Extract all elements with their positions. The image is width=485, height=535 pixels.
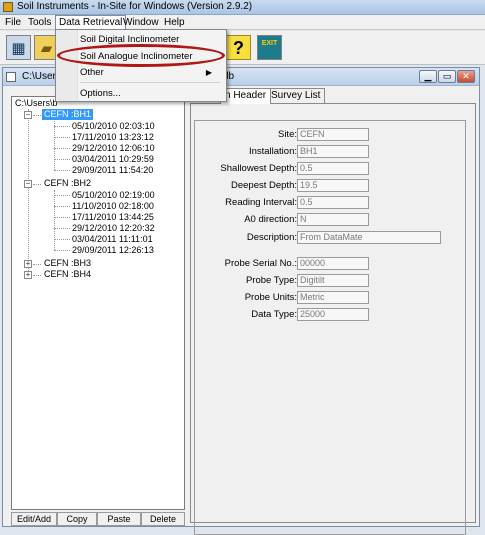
menu-soil-digital-inclinometer[interactable]: Soil Digital Inclinometer	[80, 33, 179, 46]
copy-button[interactable]: Copy	[57, 512, 97, 526]
tree-root[interactable]: C:\Users\b	[15, 98, 58, 109]
app-titlebar: Soil Instruments - In-Site for Windows (…	[0, 0, 485, 15]
expand-icon[interactable]: +	[24, 271, 32, 279]
survey-date[interactable]: 29/12/2010 12:20:32	[72, 223, 155, 234]
installation-field[interactable]: BH1	[297, 145, 369, 158]
collapse-icon[interactable]: −	[24, 180, 32, 188]
menu-gutter	[56, 30, 78, 101]
survey-date[interactable]: 29/09/2011 12:26:13	[72, 245, 154, 256]
survey-date[interactable]: 03/04/2011 10:29:59	[72, 154, 154, 165]
menu-file[interactable]: File	[2, 16, 24, 29]
installation-tree[interactable]: C:\Users\b − CEFN :BH1 05/10/2010 02:03:…	[11, 96, 185, 510]
probe-serial-field[interactable]: 00000	[297, 257, 369, 270]
deepest-depth-label: Deepest Depth:	[230, 180, 297, 191]
probe-type-label: Probe Type:	[245, 275, 297, 286]
description-label: Description:	[246, 232, 297, 243]
survey-date[interactable]: 05/10/2010 02:03:10	[72, 121, 155, 132]
probe-type-field[interactable]: Digitilt	[297, 274, 369, 287]
exit-icon[interactable]: EXIT	[257, 35, 282, 60]
help-icon[interactable]: ?	[226, 35, 251, 60]
close-icon[interactable]: ✕	[457, 70, 475, 83]
reading-interval-field[interactable]: 0.5	[297, 196, 369, 209]
reading-interval-label: Reading Interval:	[225, 197, 297, 208]
tree-node-bh2[interactable]: CEFN :BH2	[44, 178, 91, 189]
header-tabs: n Header Survey List Site: CEFN Installa…	[190, 88, 476, 535]
tree-node-bh3[interactable]: CEFN :BH3	[44, 258, 91, 269]
deepest-depth-field[interactable]: 19.5	[297, 179, 369, 192]
menu-data-retrieval[interactable]: Data Retrieval	[55, 15, 127, 30]
probe-serial-label: Probe Serial No.:	[224, 258, 297, 269]
window-title: Soil Instruments - In-Site for Windows (…	[17, 1, 253, 12]
data-retrieval-menu: Soil Digital Inclinometer Soil Analogue …	[55, 29, 227, 102]
data-type-label: Data Type:	[251, 309, 297, 320]
survey-date[interactable]: 11/10/2010 02:18:00	[72, 201, 154, 212]
menubar: File Tools Data Retrieval Window Help	[0, 15, 485, 30]
header-tab-page: Site: CEFN Installation: BH1 Shallowest …	[190, 103, 476, 535]
expand-icon[interactable]: +	[24, 260, 32, 268]
document-icon	[6, 72, 16, 82]
a0-direction-field[interactable]: N	[297, 213, 369, 226]
survey-date[interactable]: 05/10/2010 02:19:00	[72, 190, 155, 201]
tree-node-bh1[interactable]: CEFN :BH1	[42, 109, 94, 120]
survey-date[interactable]: 03/04/2011 11:11:01	[72, 234, 153, 245]
menu-other-label: Other	[80, 67, 104, 78]
site-field[interactable]: CEFN	[297, 128, 369, 141]
a0-direction-label: A0 direction:	[244, 214, 297, 225]
menu-tools[interactable]: Tools	[25, 16, 54, 29]
exit-label: EXIT	[261, 40, 278, 47]
survey-date[interactable]: 29/12/2010 12:06:10	[72, 143, 155, 154]
delete-button[interactable]: Delete	[141, 512, 185, 526]
survey-date[interactable]: 17/11/2010 13:44:25	[72, 212, 154, 223]
shallowest-depth-field[interactable]: 0.5	[297, 162, 369, 175]
survey-date[interactable]: 29/09/2011 11:54:20	[72, 165, 153, 176]
restore-icon[interactable]: ▭	[438, 70, 456, 83]
description-field[interactable]: From DataMate	[297, 231, 441, 244]
header-form-panel: Site: CEFN Installation: BH1 Shallowest …	[194, 120, 466, 535]
submenu-arrow-icon: ▶	[205, 68, 212, 77]
survey-date[interactable]: 17/11/2010 13:23:12	[72, 132, 154, 143]
calculator-icon[interactable]: ▦	[6, 35, 31, 60]
menu-soil-analogue-inclinometer[interactable]: Soil Analogue Inclinometer	[80, 50, 193, 63]
menu-window[interactable]: Window	[120, 16, 162, 29]
menu-other[interactable]: Other ▶	[80, 66, 220, 79]
shallowest-depth-label: Shallowest Depth:	[220, 163, 297, 174]
edit-add-button[interactable]: Edit/Add	[11, 512, 57, 526]
tree-button-bar: Edit/Add Copy Paste Delete	[11, 512, 185, 526]
tab-header[interactable]: n Header	[220, 88, 272, 104]
collapse-icon[interactable]: −	[24, 111, 32, 119]
app-icon	[3, 2, 13, 12]
data-type-field[interactable]: 25000	[297, 308, 369, 321]
probe-units-field[interactable]: Metric	[297, 291, 369, 304]
installation-label: Installation:	[248, 146, 297, 157]
tab-survey-list[interactable]: Survey List	[266, 88, 326, 103]
menu-help[interactable]: Help	[161, 16, 188, 29]
minimize-icon[interactable]: ▁	[419, 70, 437, 83]
paste-button[interactable]: Paste	[97, 512, 141, 526]
site-label: Site:	[277, 129, 297, 140]
tree-node-bh4[interactable]: CEFN :BH4	[44, 269, 91, 280]
probe-units-label: Probe Units:	[244, 292, 297, 303]
menu-separator	[80, 82, 220, 83]
menu-options[interactable]: Options...	[80, 87, 121, 100]
